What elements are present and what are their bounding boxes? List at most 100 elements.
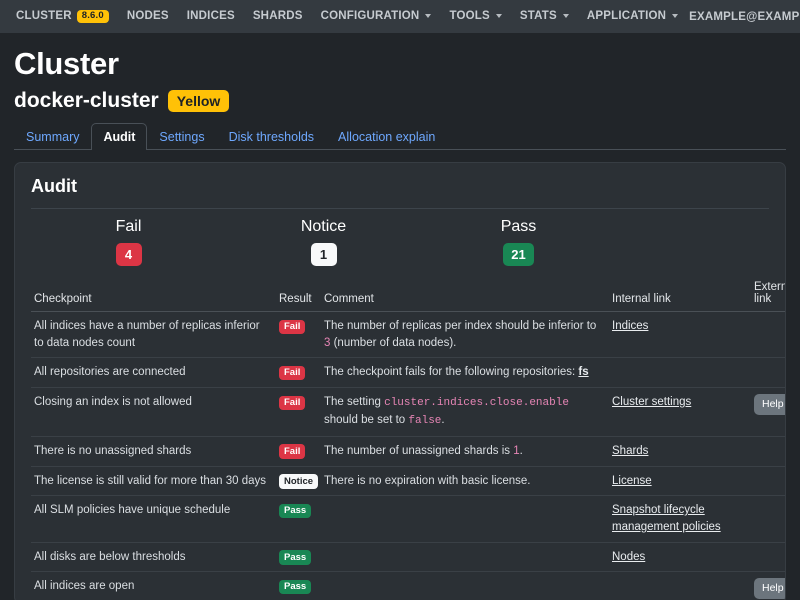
comment-text: .	[441, 414, 444, 426]
comment-text: The checkpoint fails for the following r…	[324, 366, 578, 378]
cell-external-link	[751, 312, 786, 358]
cell-internal-link: Nodes	[609, 542, 751, 572]
internal-link[interactable]: Nodes	[612, 551, 645, 563]
cell-result: Fail	[276, 312, 321, 358]
nav-item-label: INDICES	[187, 10, 235, 22]
chevron-down-icon	[425, 14, 431, 18]
table-row: All SLM policies have unique schedulePas…	[31, 496, 786, 542]
status-badge: Pass	[279, 580, 311, 595]
cell-internal-link: Snapshot lifecycle management policies	[609, 496, 751, 542]
col-external-link: External link	[751, 278, 786, 312]
cell-checkpoint: Closing an index is not allowed	[31, 388, 276, 437]
nav-item-shards[interactable]: SHARDS	[244, 6, 312, 26]
tab-audit[interactable]: Audit	[91, 123, 147, 150]
cell-result: Fail	[276, 388, 321, 437]
chevron-down-icon	[672, 14, 678, 18]
cell-comment	[321, 496, 609, 542]
cell-result: Pass	[276, 542, 321, 572]
table-row: All indices are openPass Help	[31, 572, 786, 600]
nav-item-label: STATS	[520, 10, 557, 22]
nav-item-nodes[interactable]: NODES	[118, 6, 178, 26]
audit-card: Audit Fail 4 Notice 1 Pass 21 Checkpoint	[14, 162, 786, 600]
table-row: All repositories are connectedFailThe ch…	[31, 358, 786, 388]
user-email-label: EXAMPLE@EXAMPLE.COM	[689, 11, 800, 23]
cell-result: Pass	[276, 572, 321, 600]
cell-checkpoint: The license is still valid for more than…	[31, 466, 276, 496]
help-button[interactable]: Help	[754, 578, 786, 599]
status-badge: Fail	[279, 396, 305, 411]
cell-result: Pass	[276, 496, 321, 542]
cluster-identity-row: docker-cluster Yellow	[14, 89, 786, 113]
status-badge: Pass	[279, 504, 311, 519]
internal-link[interactable]: Shards	[612, 445, 648, 457]
user-menu[interactable]: EXAMPLE@EXAMPLE.COM	[687, 7, 800, 27]
top-navbar: CLUSTER 8.6.0 NODES INDICES SHARDS CONFI…	[0, 0, 800, 33]
tab-allocation-explain[interactable]: Allocation explain	[326, 123, 447, 150]
nav-item-label: NODES	[127, 10, 169, 22]
chevron-down-icon	[563, 14, 569, 18]
comment-link[interactable]: fs	[578, 366, 588, 378]
table-row: There is no unassigned shardsFail The num…	[31, 436, 786, 466]
cell-external-link: Help	[751, 572, 786, 600]
comment-text: .	[520, 445, 523, 457]
nav-item-label: APPLICATION	[587, 10, 666, 22]
cell-external-link	[751, 358, 786, 388]
cell-internal-link: Cluster settings	[609, 388, 751, 437]
status-badge: Fail	[279, 320, 305, 335]
comment-text: The number of unassigned shards is	[324, 445, 513, 457]
nav-item-tools[interactable]: TOOLS	[440, 6, 510, 26]
cell-result: Fail	[276, 436, 321, 466]
cell-checkpoint: There is no unassigned shards	[31, 436, 276, 466]
count-fail: Fail 4	[31, 218, 226, 266]
cell-comment: The number of replicas per index should …	[321, 312, 609, 358]
count-notice-label: Notice	[226, 218, 421, 236]
internal-link[interactable]: License	[612, 475, 652, 487]
cell-internal-link	[609, 572, 751, 600]
cell-internal-link: License	[609, 466, 751, 496]
comment-text: The setting	[324, 396, 384, 408]
audit-card-title: Audit	[31, 176, 769, 209]
status-badge: Fail	[279, 444, 305, 459]
tab-disk-thresholds[interactable]: Disk thresholds	[217, 123, 326, 150]
cell-external-link	[751, 436, 786, 466]
nav-item-label: TOOLS	[449, 10, 489, 22]
comment-text: The number of replicas per index should …	[324, 320, 596, 332]
cell-external-link: Help	[751, 388, 786, 437]
count-pass: Pass 21	[421, 218, 616, 266]
count-fail-value: 4	[116, 243, 142, 266]
nav-brand-label: CLUSTER	[16, 10, 72, 22]
cell-internal-link	[609, 358, 751, 388]
navbar-right-group: EXAMPLE@EXAMPLE.COM ☾	[687, 6, 800, 27]
cluster-name: docker-cluster	[14, 89, 159, 113]
cell-comment	[321, 542, 609, 572]
tab-settings[interactable]: Settings	[147, 123, 216, 150]
tab-bar: Summary Audit Settings Disk thresholds A…	[14, 123, 786, 150]
table-header-row: Checkpoint Result Comment Internal link …	[31, 278, 786, 312]
table-row: All disks are below thresholdsPassNodes	[31, 542, 786, 572]
nav-item-indices[interactable]: INDICES	[178, 6, 244, 26]
help-button[interactable]: Help	[754, 394, 786, 415]
col-internal-link: Internal link	[609, 278, 751, 312]
nav-item-cluster[interactable]: CLUSTER 8.6.0	[14, 6, 118, 28]
status-badge: Fail	[279, 366, 305, 381]
nav-item-application[interactable]: APPLICATION	[578, 6, 687, 26]
internal-link[interactable]: Cluster settings	[612, 396, 691, 408]
col-result: Result	[276, 278, 321, 312]
audit-table-head: Checkpoint Result Comment Internal link …	[31, 278, 786, 312]
cell-checkpoint: All indices are open	[31, 572, 276, 600]
internal-link[interactable]: Indices	[612, 320, 648, 332]
col-comment: Comment	[321, 278, 609, 312]
nav-item-label: SHARDS	[253, 10, 303, 22]
status-badge: Notice	[279, 474, 318, 489]
count-notice: Notice 1	[226, 218, 421, 266]
cell-result: Fail	[276, 358, 321, 388]
cell-external-link	[751, 496, 786, 542]
comment-text: should be set to	[324, 414, 408, 426]
cell-comment: The checkpoint fails for the following r…	[321, 358, 609, 388]
cell-result: Notice	[276, 466, 321, 496]
tab-summary[interactable]: Summary	[14, 123, 91, 150]
internal-link[interactable]: Snapshot lifecycle management policies	[612, 504, 721, 533]
nav-item-stats[interactable]: STATS	[511, 6, 578, 26]
audit-table: Checkpoint Result Comment Internal link …	[31, 278, 786, 600]
nav-item-configuration[interactable]: CONFIGURATION	[312, 6, 441, 26]
